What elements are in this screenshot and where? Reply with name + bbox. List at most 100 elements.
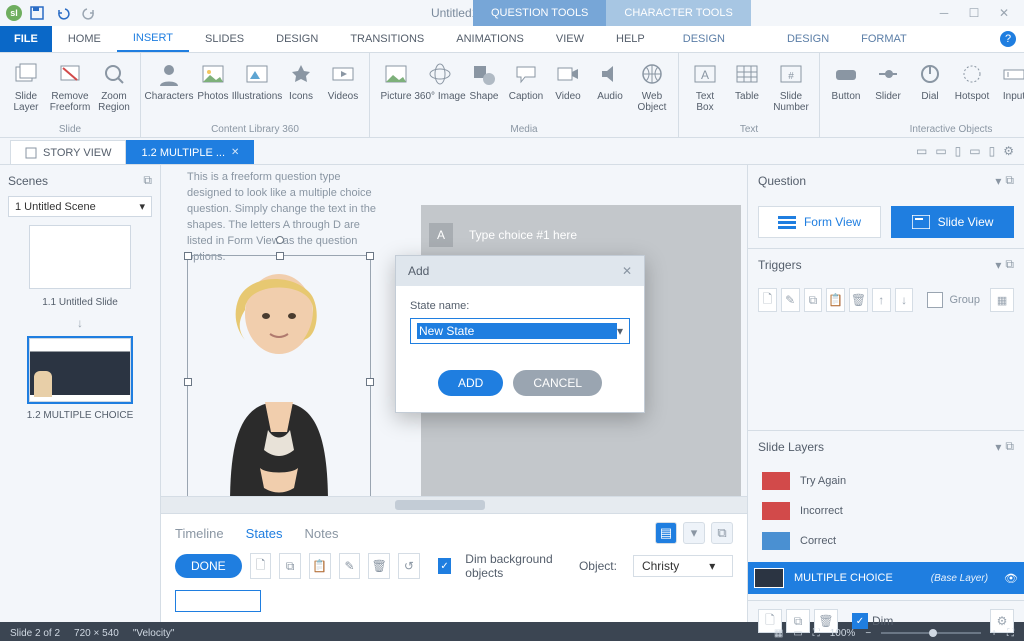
illustrations-button[interactable]: Illustrations [237,57,277,123]
tab-insert[interactable]: INSERT [117,26,189,52]
tab-help[interactable]: HELP [600,26,661,52]
button-button[interactable]: Button [828,57,864,123]
undo-icon[interactable] [52,2,74,24]
object-dropdown[interactable]: Christy▾ [633,555,733,577]
slide-thumbnail-2[interactable] [29,338,131,402]
caption-button[interactable]: Caption [508,57,544,123]
slide-view-button[interactable]: Slide View [891,206,1014,238]
zoom-out-icon[interactable]: − [865,628,871,639]
current-slide-tab[interactable]: 1.2 MULTIPLE ...✕ [126,140,254,164]
web-object-button[interactable]: Web Object [634,57,670,123]
dial-button[interactable]: Dial [912,57,948,123]
audio-button[interactable]: Audio [592,57,628,123]
save-icon[interactable] [26,2,48,24]
delete-state-icon[interactable]: 🗑 [368,553,390,579]
done-button[interactable]: DONE [175,554,242,578]
dim-checkbox[interactable]: ✓ [438,558,451,574]
tab-view[interactable]: VIEW [540,26,600,52]
panel-menu-icon[interactable]: ▾ [995,258,1001,272]
slide-thumbnail-1[interactable] [29,225,131,289]
layer-base[interactable]: MULTIPLE CHOICE(Base Layer)👁 [748,562,1024,594]
group-checkbox[interactable] [927,292,943,308]
scene-dropdown[interactable]: 1 Untitled Scene▾ [8,196,152,217]
view-single-icon[interactable]: ▭ [793,628,802,639]
slide-layer-button[interactable]: Slide Layer [8,57,44,123]
layer-try-again[interactable]: Try Again [758,468,1014,494]
settings-gear-icon[interactable]: ⚙ [1003,144,1014,158]
maximize-icon[interactable]: ☐ [960,3,988,23]
desktop-view-icon[interactable]: ▭ [916,144,927,158]
choice-row[interactable]: A Type choice #1 here [429,223,577,247]
panel-undock-icon[interactable]: ⧉ [1005,257,1014,272]
rotate-handle[interactable] [276,236,284,244]
photos-button[interactable]: Photos [195,57,231,123]
zoom-fit-icon[interactable]: ⛶ [1007,628,1014,639]
chevron-down-icon[interactable]: ▾ [617,324,623,338]
zoom-in-icon[interactable]: + [991,628,997,639]
hotspot-button[interactable]: Hotspot [954,57,990,123]
move-down-icon[interactable]: ↓ [895,288,914,312]
story-view-tab[interactable]: STORY VIEW [10,140,126,164]
input-button[interactable]: Input [996,57,1024,123]
state-name-combobox[interactable]: ▾ [410,318,630,344]
360-image-button[interactable]: 360° Image [420,57,460,123]
text-box-button[interactable]: AText Box [687,57,723,123]
picture-button[interactable]: Picture [378,57,414,123]
scrollbar-thumb[interactable] [395,500,485,510]
tab-question-design[interactable]: DESIGN [667,26,741,52]
edit-state-icon[interactable]: ✎ [339,553,361,579]
close-tab-icon[interactable]: ✕ [231,147,239,158]
minimize-icon[interactable]: ─ [930,3,958,23]
fit-window-icon[interactable]: ⛶ [813,628,820,639]
layer-incorrect[interactable]: Incorrect [758,498,1014,524]
help-icon[interactable]: ? [1000,31,1016,47]
dialog-close-icon[interactable]: ✕ [622,264,632,278]
close-icon[interactable]: ✕ [990,3,1018,23]
tab-character-format[interactable]: FORMAT [845,26,923,52]
panel-menu-icon[interactable]: ▾ [995,174,1001,188]
panel-menu-icon[interactable]: ▾ [683,522,705,544]
tab-transitions[interactable]: TRANSITIONS [334,26,440,52]
tab-home[interactable]: HOME [52,26,117,52]
selection-box[interactable] [187,255,371,496]
tab-character-design[interactable]: DESIGN [771,26,845,52]
tablet-landscape-icon[interactable]: ▭ [935,144,946,158]
copy-trigger-icon[interactable]: ⧉ [804,288,823,312]
visibility-icon[interactable]: 👁 [1004,572,1018,585]
tab-design[interactable]: DESIGN [260,26,334,52]
edit-trigger-icon[interactable]: ✎ [781,288,800,312]
reset-state-icon[interactable]: ↺ [398,553,420,579]
tab-states[interactable]: States [246,526,283,541]
panel-undock-icon[interactable]: ⧉ [1005,173,1014,188]
tab-file[interactable]: FILE [0,26,52,52]
zoom-region-button[interactable]: Zoom Region [96,57,132,123]
canvas-area[interactable]: This is a freeform question type designe… [161,165,747,496]
panel-undock-icon[interactable]: ⧉ [711,522,733,544]
paste-trigger-icon[interactable]: 📋 [826,288,845,312]
slide-number-button[interactable]: #Slide Number [771,57,811,123]
tab-timeline[interactable]: Timeline [175,526,224,541]
horizontal-scrollbar[interactable] [161,496,747,513]
tab-notes[interactable]: Notes [305,526,339,541]
initial-state-icon[interactable]: ▤ [655,522,677,544]
characters-button[interactable]: Characters [149,57,189,123]
panel-menu-icon[interactable]: ▾ [995,440,1001,454]
table-button[interactable]: Table [729,57,765,123]
character-image[interactable] [190,258,368,496]
tablet-portrait-icon[interactable]: ▯ [955,144,962,158]
variables-icon[interactable]: ▦ [990,288,1014,312]
zoom-slider[interactable] [881,632,981,634]
state-preview-thumb[interactable] [175,590,261,612]
phone-landscape-icon[interactable]: ▭ [969,144,980,158]
panel-undock-icon[interactable]: ⧉ [1005,439,1014,454]
layer-correct[interactable]: Correct [758,528,1014,554]
paste-state-icon[interactable]: 📋 [309,553,331,579]
tab-slides[interactable]: SLIDES [189,26,260,52]
new-state-icon[interactable]: 🗋 [250,553,272,579]
phone-portrait-icon[interactable]: ▯ [989,144,996,158]
slider-button[interactable]: Slider [870,57,906,123]
shape-button[interactable]: Shape [466,57,502,123]
remove-freeform-button[interactable]: Remove Freeform [50,57,90,123]
cancel-button[interactable]: CANCEL [513,370,602,396]
new-trigger-icon[interactable]: 🗋 [758,288,777,312]
